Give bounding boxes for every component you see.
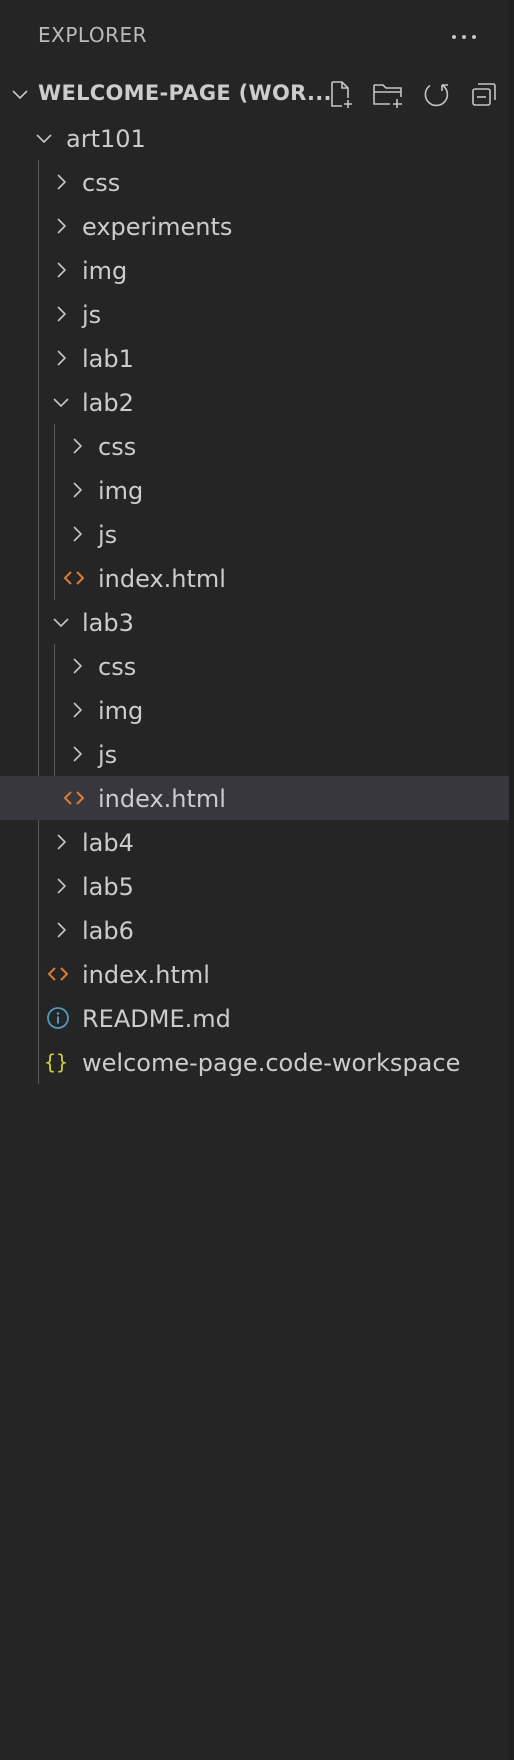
chevron-right-icon <box>49 346 73 370</box>
tree-item-label: css <box>98 653 137 681</box>
tree-item-label: index.html <box>82 961 210 989</box>
tree-item-label: experiments <box>82 213 233 241</box>
chevron-right-icon <box>49 874 73 898</box>
tree-item-label: js <box>98 521 118 549</box>
tree-folder-art101[interactable]: art101 <box>0 116 510 160</box>
html-file-icon <box>46 962 70 986</box>
tree-item-label: welcome-page.code-workspace <box>82 1049 461 1077</box>
tree-item-label: lab3 <box>82 609 134 637</box>
info-icon <box>46 1006 70 1030</box>
chevron-down-icon <box>32 126 56 150</box>
tree-item-label: css <box>82 169 121 197</box>
chevron-right-icon <box>65 478 89 502</box>
tree-folder-lab2-css[interactable]: css <box>0 424 510 468</box>
chevron-right-icon <box>49 918 73 942</box>
new-file-icon <box>331 81 352 108</box>
tree-item-label: lab5 <box>82 873 134 901</box>
tree-item-label: index.html <box>98 785 226 813</box>
chevron-right-icon <box>49 258 73 282</box>
tree-item-label: js <box>82 301 102 329</box>
new-file-button[interactable] <box>322 76 358 112</box>
panel-title: EXPLORER <box>38 23 147 47</box>
new-folder-icon <box>373 84 402 108</box>
refresh-button[interactable] <box>418 76 454 112</box>
collapse-all-button[interactable] <box>466 76 502 112</box>
tree-item-label: index.html <box>98 565 226 593</box>
chevron-right-icon <box>49 214 73 238</box>
chevron-down-icon <box>49 610 73 634</box>
tree-item-label: img <box>98 477 144 505</box>
tree-item-label: lab2 <box>82 389 134 417</box>
tree-folder-experiments[interactable]: experiments <box>0 204 510 248</box>
tree-folder-lab2-img[interactable]: img <box>0 468 510 512</box>
tree-folder-lab3[interactable]: lab3 <box>0 600 510 644</box>
tree-file-lab3-index-html[interactable]: index.html <box>0 776 510 820</box>
chevron-right-icon <box>65 654 89 678</box>
tree-folder-lab5[interactable]: lab5 <box>0 864 510 908</box>
tree-folder-lab2-js[interactable]: js <box>0 512 510 556</box>
chevron-down-icon <box>8 82 32 110</box>
chevron-right-icon <box>49 302 73 326</box>
tree-item-label: img <box>98 697 144 725</box>
tree-folder-img[interactable]: img <box>0 248 510 292</box>
tree-item-label: js <box>98 741 118 769</box>
tree-file-lab2-index-html[interactable]: index.html <box>0 556 510 600</box>
more-actions-icon[interactable] <box>444 22 484 52</box>
collapse-all-icon <box>472 83 496 106</box>
tree-folder-lab3-js[interactable]: js <box>0 732 510 776</box>
chevron-right-icon <box>49 170 73 194</box>
workspace-actions <box>322 76 502 112</box>
tree-item-label: lab6 <box>82 917 134 945</box>
tree-folder-lab3-img[interactable]: img <box>0 688 510 732</box>
tree-item-label: README.md <box>82 1005 231 1033</box>
new-folder-button[interactable] <box>370 76 406 112</box>
panel-right-border <box>509 0 514 1760</box>
tree-folder-lab3-css[interactable]: css <box>0 644 510 688</box>
chevron-right-icon <box>65 698 89 722</box>
html-file-icon <box>62 566 86 590</box>
tree-folder-lab6[interactable]: lab6 <box>0 908 510 952</box>
tree-item-label: art101 <box>66 125 146 153</box>
chevron-right-icon <box>65 522 89 546</box>
workspace-root-row[interactable]: WELCOME-PAGE (WOR... <box>0 72 514 116</box>
tree-item-label: img <box>82 257 128 285</box>
tree-item-label: lab4 <box>82 829 134 857</box>
tree-folder-lab4[interactable]: lab4 <box>0 820 510 864</box>
chevron-right-icon <box>49 830 73 854</box>
html-file-icon <box>62 786 86 810</box>
chevron-right-icon <box>65 434 89 458</box>
tree-file-readme[interactable]: README.md <box>0 996 510 1040</box>
tree-folder-js[interactable]: js <box>0 292 510 336</box>
refresh-icon <box>424 84 449 107</box>
workspace-root-label: WELCOME-PAGE (WOR... <box>38 81 332 105</box>
explorer-header: EXPLORER <box>0 0 514 74</box>
json-braces-icon: {} <box>43 1050 69 1074</box>
tree-item-label: css <box>98 433 137 461</box>
chevron-right-icon <box>65 742 89 766</box>
tree-file-workspace[interactable]: {} welcome-page.code-workspace <box>0 1040 510 1084</box>
tree-folder-lab2[interactable]: lab2 <box>0 380 510 424</box>
explorer-panel: EXPLORER WELCOME-PAGE (WOR... art101 css… <box>0 0 514 1760</box>
tree-item-label: lab1 <box>82 345 134 373</box>
tree-file-index-html[interactable]: index.html <box>0 952 510 996</box>
tree-folder-lab1[interactable]: lab1 <box>0 336 510 380</box>
tree-folder-css[interactable]: css <box>0 160 510 204</box>
chevron-down-icon <box>49 390 73 414</box>
